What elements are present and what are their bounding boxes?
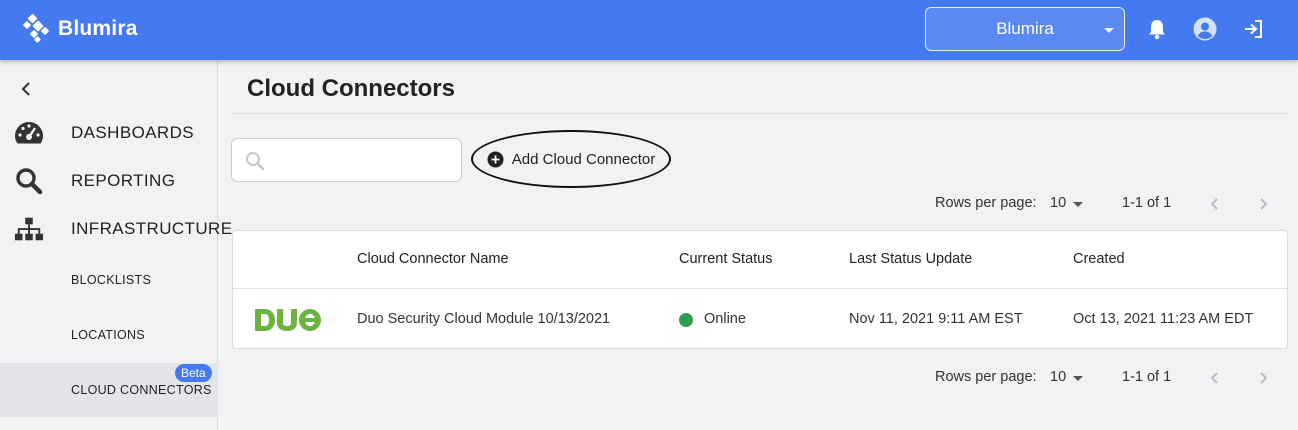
sidebar-item-dashboards[interactable]: DASHBOARDS (0, 113, 218, 153)
dropdown-arrow-icon[interactable] (1073, 202, 1083, 207)
sidebar-item-label: LOCATIONS (71, 328, 146, 342)
cloud-connectors-table: Cloud Connector Name Current Status Last… (232, 230, 1288, 349)
next-page-icon[interactable] (1253, 368, 1273, 388)
brand-name: Blumira (58, 17, 138, 40)
title-divider (232, 113, 1289, 114)
column-header-status[interactable]: Current Status (679, 251, 773, 267)
sidebar-item-label: INFRASTRUCTURE (71, 219, 233, 238)
account-icon[interactable] (1193, 17, 1217, 41)
connector-status: Online (704, 311, 746, 327)
sidebar-item-locations[interactable]: LOCATIONS (0, 308, 218, 362)
header-divider (233, 288, 1287, 289)
speedometer-icon (14, 118, 44, 148)
column-header-created[interactable]: Created (1073, 251, 1125, 267)
logout-icon[interactable] (1241, 17, 1265, 41)
organization-select-value: Blumira (996, 19, 1054, 38)
rows-per-page-select[interactable]: 10 (1050, 195, 1066, 211)
pagination-bottom: Rows per page: 10 1-1 of 1 (0, 366, 1298, 390)
pagination-range: 1-1 of 1 (1122, 195, 1172, 211)
dropdown-arrow-icon[interactable] (1073, 376, 1083, 381)
add-cloud-connector-button[interactable]: Add Cloud Connector (471, 130, 671, 188)
previous-page-icon[interactable] (1205, 194, 1225, 214)
search-input[interactable] (231, 138, 462, 182)
top-app-bar: Blumira Blumira (0, 0, 1298, 60)
dropdown-arrow-icon (1104, 28, 1114, 33)
previous-page-icon[interactable] (1205, 368, 1225, 388)
column-header-name[interactable]: Cloud Connector Name (357, 251, 509, 267)
add-circle-icon (487, 151, 504, 167)
add-cloud-connector-label: Add Cloud Connector (511, 150, 656, 168)
rows-per-page-select[interactable]: 10 (1050, 369, 1066, 385)
bell-icon[interactable] (1145, 17, 1169, 41)
connector-created: Oct 13, 2021 11:23 AM EDT (1073, 311, 1254, 327)
rows-per-page-label: Rows per page: (935, 369, 1037, 385)
sitemap-icon (14, 214, 44, 244)
connector-last-update: Nov 11, 2021 9:11 AM EST (849, 311, 1023, 327)
column-header-last-update[interactable]: Last Status Update (849, 251, 972, 267)
sidebar-item-label: DASHBOARDS (71, 123, 195, 142)
organization-select[interactable]: Blumira (925, 7, 1125, 51)
rows-per-page-label: Rows per page: (935, 195, 1037, 211)
brand-logo[interactable]: Blumira (22, 13, 138, 45)
sidebar-item-label: REPORTING (71, 171, 176, 190)
sidebar-item-blocklists[interactable]: BLOCKLISTS (0, 253, 218, 307)
chevron-left-icon[interactable] (18, 80, 36, 98)
blumira-logo-icon (23, 13, 49, 43)
search-icon (244, 150, 266, 172)
connector-name[interactable]: Duo Security Cloud Module 10/13/2021 (357, 311, 610, 327)
status-indicator (679, 313, 693, 327)
sidebar-item-label: BLOCKLISTS (71, 273, 152, 287)
next-page-icon[interactable] (1253, 194, 1273, 214)
pagination-top: Rows per page: 10 1-1 of 1 (0, 192, 1298, 216)
duo-logo-icon[interactable] (255, 309, 321, 331)
page-title: Cloud Connectors (247, 75, 455, 102)
pagination-range: 1-1 of 1 (1122, 369, 1172, 385)
